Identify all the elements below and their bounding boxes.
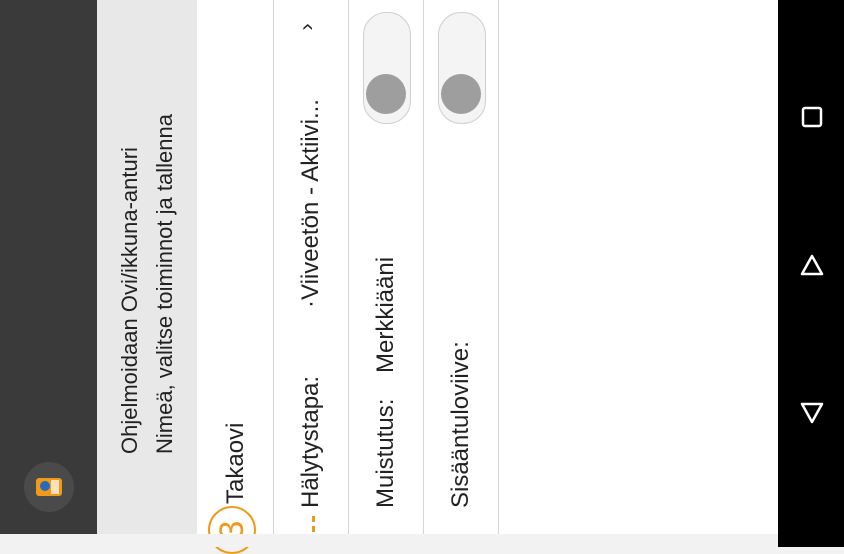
progress-dash xyxy=(312,516,315,536)
back-triangle-icon[interactable] xyxy=(797,250,827,280)
header-line-2: Nimeä, valitse toiminnot ja tallenna xyxy=(152,114,177,454)
logo-mark xyxy=(36,478,62,496)
device-name[interactable]: Takaovi xyxy=(222,423,250,504)
entry-delay-label: Sisääntuloviive: xyxy=(447,341,474,508)
instructions-header xyxy=(97,0,197,534)
square-icon[interactable] xyxy=(797,102,827,132)
reminder-toggle-knob xyxy=(366,74,406,114)
alarm-type-value[interactable]: ·Viiveetön - Aktiivi... xyxy=(297,99,325,308)
chevron-icon[interactable]: › xyxy=(294,23,320,30)
entry-delay-toggle-knob xyxy=(441,74,481,114)
app-bar xyxy=(0,0,97,534)
header-line-1: Ohjelmoidaan Ovi/ikkuna-anturi xyxy=(117,147,142,454)
screen: Ohjelmoidaan Ovi/ikkuna-anturi Nimeä, va… xyxy=(0,0,844,554)
down-triangle-icon[interactable] xyxy=(797,398,827,428)
alarm-type-label: Hälytystapa: xyxy=(297,375,324,508)
reminder-label: Muistutus: xyxy=(372,398,399,508)
bottom-strip xyxy=(0,534,778,547)
reminder-value: Merkkiääni xyxy=(372,256,399,373)
app-logo-icon[interactable] xyxy=(24,462,74,512)
